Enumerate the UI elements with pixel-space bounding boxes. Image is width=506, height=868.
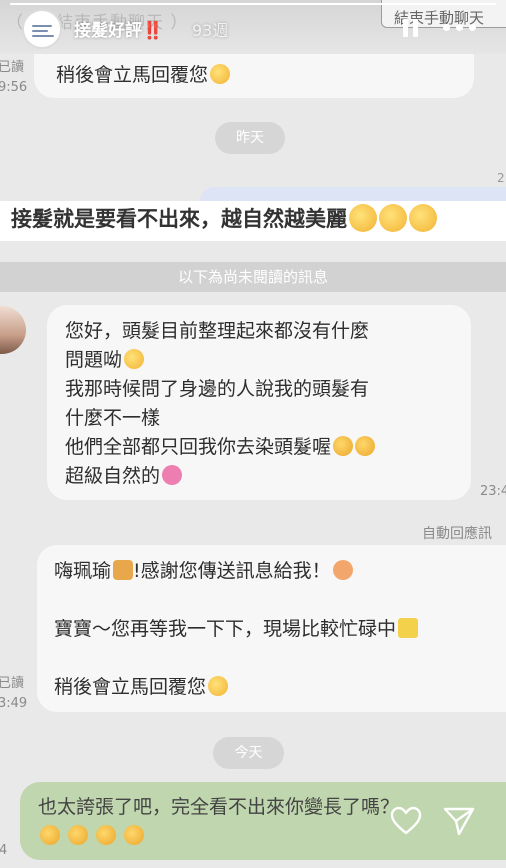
auto-reply-text: 稍後會立馬回覆您 [56, 64, 209, 86]
message-line: 超級自然的 [65, 462, 471, 491]
bouquet-emoji-icon [113, 560, 134, 580]
rofl-emoji-icon [355, 436, 376, 456]
account-username[interactable]: 接髮好評‼️ [74, 16, 163, 41]
date-divider-today: 今天 [213, 737, 284, 769]
sparkles-emoji-icon [398, 618, 419, 638]
auto-reply-line-1: 嗨珮瑜 !感謝您傳送訊息給我！ [54, 557, 506, 586]
heart-icon[interactable] [390, 806, 422, 836]
my-reply-emojis [38, 825, 506, 847]
send-icon[interactable] [442, 806, 476, 836]
hug-emoji-icon [379, 204, 407, 232]
rofl-emoji-icon [333, 436, 354, 456]
message-line: 您好，頭髮目前整理起來都沒有什麼 [65, 320, 370, 342]
message-line: 他們全部都只回我你去染頭髮喔 [65, 433, 471, 462]
customer-avatar[interactable] [0, 306, 26, 354]
message-line: 什麼不一樣 [65, 407, 161, 429]
message-line: 我那時候問了身邊的人說我的頭髮有 [65, 378, 370, 400]
my-reply-bubble[interactable]: 也太誇張了吧，完全看不出來你變長了嗎？ [20, 782, 506, 860]
rofl-emoji-icon [96, 825, 117, 845]
read-time: 9:56 [0, 80, 28, 95]
customer-message-time: 23:4 [480, 484, 506, 499]
hug-emoji-icon [409, 204, 437, 232]
auto-reply-line-2: 寶寶～您再等我一下下，現場比較忙碌中 [54, 615, 506, 644]
chat-thread: 稍後會立馬回覆您 已讀 9:56 昨天 2 接髮就是要看不出來，越自然越美麗 以… [0, 0, 506, 868]
story-progress-bar [10, 3, 496, 5]
read-status: 已讀 9:56 [0, 58, 27, 98]
auto-reply-line-3: 稍後會立馬回覆您 [54, 673, 506, 702]
date-divider-yesterday: 昨天 [215, 122, 285, 154]
unread-divider: 以下為尚未閱讀的訊息 [0, 262, 506, 292]
my-reply-text: 也太誇張了吧，完全看不出來你變長了嗎？ [38, 796, 400, 818]
thumbs-up-emoji-icon [124, 349, 145, 369]
double-exclamation-icon: ‼️ [142, 21, 164, 41]
read-label: 已讀 [0, 676, 25, 691]
hug-emoji-icon [349, 204, 377, 232]
sent-time: 2 [497, 171, 505, 185]
rofl-emoji-icon [40, 825, 60, 845]
caption-text: 接髮就是要看不出來，越自然越美麗 [11, 207, 347, 231]
my-reply-time: 4 [0, 843, 8, 858]
customer-message-bubble[interactable]: 您好，頭髮目前整理起來都沒有什麼 問題呦 我那時候問了身邊的人說我的頭髮有 什麼… [47, 305, 471, 500]
message-line: 問題呦 [65, 346, 471, 375]
pause-icon[interactable] [403, 19, 419, 37]
rofl-emoji-icon [68, 825, 89, 845]
read-label: 已讀 [0, 60, 25, 75]
smiling-emoji-icon [332, 560, 353, 580]
heart-hands-emoji-icon [208, 676, 229, 696]
two-hearts-emoji-icon [162, 465, 183, 485]
auto-reply-bubble: 嗨珮瑜 !感謝您傳送訊息給我！ 寶寶～您再等我一下下，現場比較忙碌中 稍後會立馬回… [37, 545, 506, 712]
story-header: （ ... 結束手動聊天 ） 結束手動聊天 接髮好評‼️ 93週 [0, 0, 506, 54]
auto-reply-label: 自動回應訊 [422, 526, 492, 542]
read-time: 3:49 [0, 696, 28, 711]
story-progress-fill [10, 3, 496, 5]
rofl-emoji-icon [124, 825, 145, 845]
story-caption: 接髮就是要看不出來，越自然越美麗 [0, 201, 506, 241]
read-status: 已讀 3:49 [0, 674, 27, 714]
account-avatar[interactable] [22, 9, 62, 49]
more-icon[interactable] [443, 24, 477, 32]
story-timestamp: 93週 [192, 21, 229, 40]
heart-hands-emoji-icon [210, 64, 231, 84]
